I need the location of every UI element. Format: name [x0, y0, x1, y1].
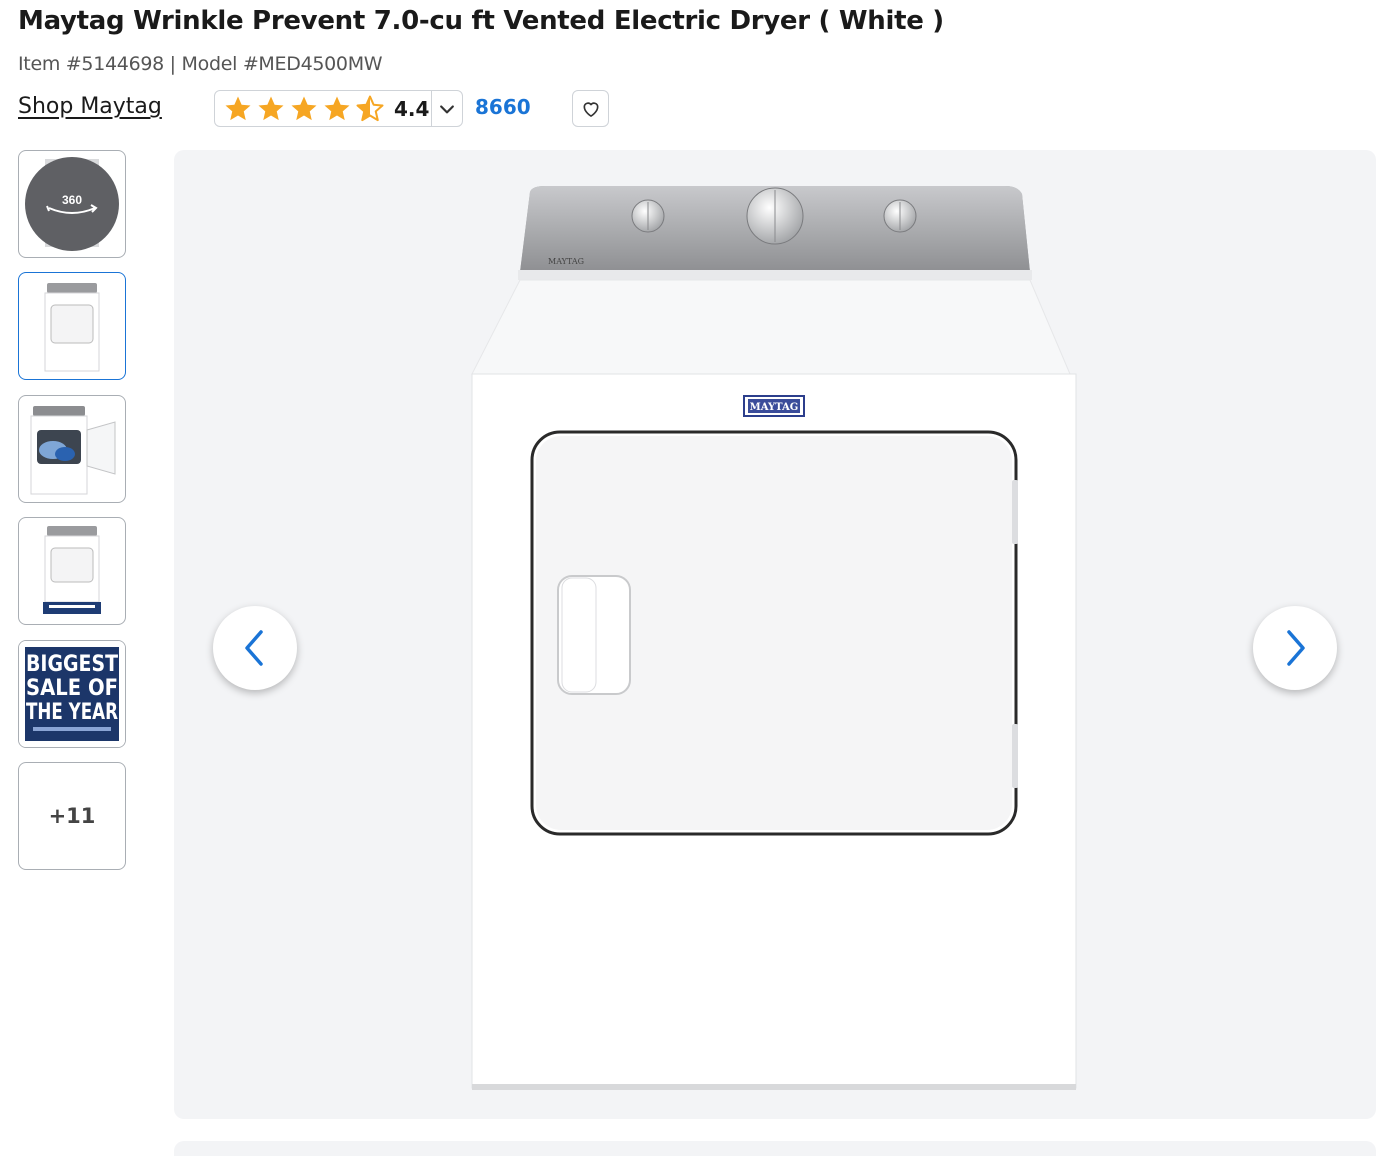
thumbnail-image	[43, 526, 101, 614]
star-half-icon	[356, 95, 384, 121]
panel-brand: MAYTAG	[548, 257, 584, 266]
thumbnail-sale-banner[interactable]: BIGGEST SALE OF THE YEAR	[18, 640, 126, 748]
next-section-edge	[174, 1141, 1376, 1156]
thumbnail-front[interactable]	[18, 272, 126, 380]
thumbnail-image: 360	[25, 157, 119, 251]
product-title: Maytag Wrinkle Prevent 7.0-cu ft Vented …	[18, 6, 944, 36]
chevron-right-icon	[1287, 630, 1305, 666]
item-number: Item #5144698	[18, 53, 164, 75]
star-icon	[291, 96, 317, 120]
favorite-button[interactable]	[572, 90, 609, 127]
thumbnail-image: BIGGEST SALE OF THE YEAR	[19, 641, 125, 747]
thumbnail-sale-front[interactable]	[18, 517, 126, 625]
thumbnail-image	[30, 406, 116, 495]
banner-line-1: BIGGEST	[26, 652, 118, 677]
next-image-button[interactable]	[1253, 606, 1337, 690]
thumbnail-image	[44, 283, 100, 372]
door-brand-badge: MAYTAG	[750, 402, 799, 413]
model-number: Model #MED4500MW	[181, 53, 383, 75]
rating-stars: 4.4	[215, 94, 429, 124]
star-icon	[324, 96, 350, 120]
more-count: +11	[48, 804, 96, 828]
banner-line-3: THE YEAR	[26, 700, 118, 725]
thumbnail-more[interactable]: +11	[18, 762, 126, 870]
product-image: MAYTAG MAYTAG	[471, 186, 1077, 1090]
banner-line-2: SALE OF	[26, 676, 118, 701]
thumbnail-360-view[interactable]: 360	[18, 150, 126, 258]
star-icon	[225, 96, 251, 120]
rating-summary[interactable]: 4.4	[214, 90, 463, 127]
heart-icon	[583, 101, 598, 117]
product-image-viewer[interactable]: MAYTAG MAYTAG	[174, 150, 1376, 1119]
previous-image-button[interactable]	[213, 606, 297, 690]
thumbnail-door-open[interactable]	[18, 395, 126, 503]
identifier-separator: |	[163, 53, 182, 75]
product-identifiers: Item #5144698 | Model #MED4500MW	[18, 53, 383, 75]
chevron-down-icon[interactable]	[437, 99, 457, 119]
review-count-link[interactable]: 8660	[475, 95, 531, 119]
chevron-left-icon	[245, 630, 263, 666]
rating-value: 4.4	[394, 96, 430, 121]
shop-brand-link[interactable]: Shop Maytag	[18, 94, 162, 119]
star-icon	[258, 96, 284, 120]
360-label: 360	[62, 193, 82, 207]
rating-divider	[431, 91, 432, 126]
